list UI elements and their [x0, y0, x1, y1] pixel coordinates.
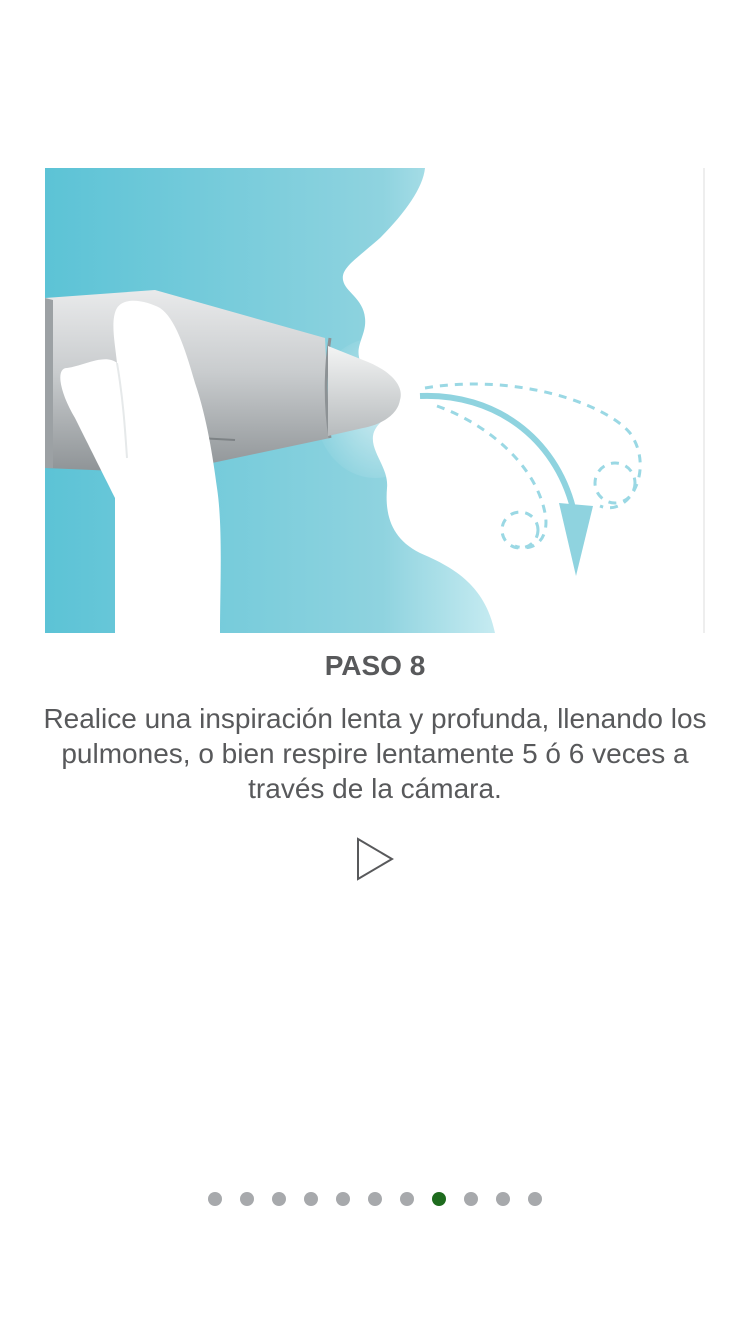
page-dot[interactable]: [368, 1192, 382, 1206]
page-indicator: [0, 1190, 750, 1208]
page-dot[interactable]: [496, 1192, 510, 1206]
page-dot[interactable]: [240, 1192, 254, 1206]
page-dot[interactable]: [528, 1192, 542, 1206]
play-button[interactable]: [350, 834, 400, 884]
step-title: PASO 8: [324, 650, 426, 681]
page-dot[interactable]: [304, 1192, 318, 1206]
inhaler-breathing-illustration: [45, 168, 705, 633]
page-dot[interactable]: [336, 1192, 350, 1206]
page-dot[interactable]: [208, 1192, 222, 1206]
step-illustration: [45, 168, 705, 633]
step-description: Realice una inspiración lenta y profunda…: [43, 703, 707, 804]
airflow-arrows: [419, 382, 642, 576]
page-dot[interactable]: [400, 1192, 414, 1206]
page-dot-active[interactable]: [432, 1192, 446, 1206]
play-icon: [357, 837, 394, 881]
page-dot[interactable]: [464, 1192, 478, 1206]
page-dot[interactable]: [272, 1192, 286, 1206]
